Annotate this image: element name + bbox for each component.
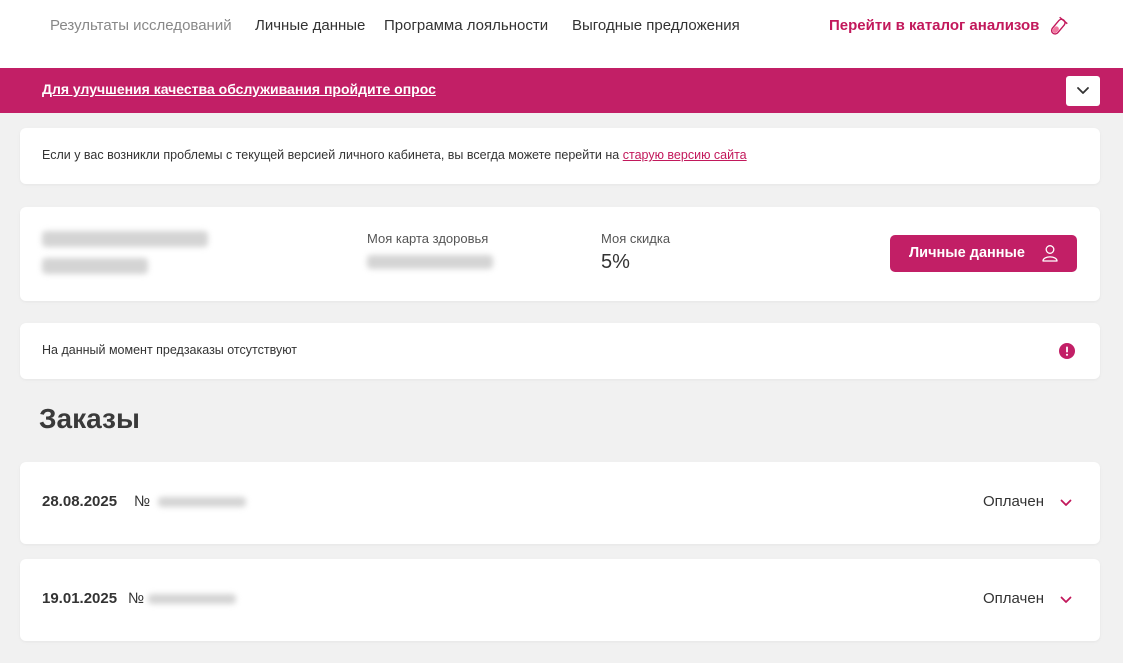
nav-item-research-results[interactable]: Результаты исследований bbox=[50, 17, 232, 34]
alert-icon[interactable] bbox=[1059, 343, 1075, 359]
survey-link[interactable]: Для улучшения качества обслуживания прой… bbox=[42, 81, 436, 97]
discount-value: 5% bbox=[601, 251, 630, 273]
orders-title: Заказы bbox=[39, 403, 140, 434]
order-number-redacted bbox=[158, 497, 246, 507]
notice-text: Если у вас возникли проблемы с текущей в… bbox=[42, 148, 747, 162]
order-date: 28.08.2025 bbox=[42, 493, 118, 510]
user-name-redacted bbox=[42, 231, 208, 247]
personal-data-button-label: Личные данные bbox=[909, 245, 1025, 261]
profile-card: Моя карта здоровья Моя скидка 5% Личные … bbox=[20, 207, 1100, 301]
order-date: 19.01.2025 bbox=[42, 590, 118, 607]
chevron-down-icon[interactable] bbox=[1060, 498, 1072, 508]
catalog-link[interactable]: Перейти в каталог анализов bbox=[829, 17, 1039, 34]
survey-banner: Для улучшения качества обслуживания прой… bbox=[0, 68, 1123, 113]
discount-label: Моя скидка bbox=[601, 231, 671, 246]
user-surname-redacted bbox=[42, 258, 148, 274]
old-version-notice: Если у вас возникли проблемы с текущей в… bbox=[20, 128, 1100, 184]
banner-toggle-button[interactable] bbox=[1066, 76, 1100, 106]
test-tube-icon[interactable] bbox=[1047, 16, 1069, 38]
health-card-label: Моя карта здоровья bbox=[367, 231, 489, 246]
order-number-label: № bbox=[134, 493, 151, 510]
notice-message: Если у вас возникли проблемы с текущей в… bbox=[42, 148, 620, 162]
preorders-card: На данный момент предзаказы отсутствуют bbox=[20, 323, 1100, 379]
chevron-down-icon bbox=[1077, 87, 1089, 94]
health-card-number-redacted bbox=[367, 255, 493, 269]
personal-data-button[interactable]: Личные данные bbox=[890, 235, 1077, 272]
chevron-down-icon[interactable] bbox=[1060, 595, 1072, 605]
nav-item-personal-data[interactable]: Личные данные bbox=[255, 17, 365, 34]
old-version-link[interactable]: старую версию сайта bbox=[623, 148, 747, 162]
order-status: Оплачен bbox=[983, 590, 1044, 607]
nav-item-loyalty-program[interactable]: Программа лояльности bbox=[384, 17, 548, 34]
order-number-label: № bbox=[128, 590, 145, 607]
order-number-redacted bbox=[148, 594, 236, 604]
user-icon bbox=[1042, 245, 1058, 262]
order-row[interactable]: 19.01.2025 № Оплачен bbox=[20, 559, 1100, 641]
order-status: Оплачен bbox=[983, 493, 1044, 510]
preorders-message: На данный момент предзаказы отсутствуют bbox=[42, 343, 298, 357]
nav-item-offers[interactable]: Выгодные предложения bbox=[572, 17, 740, 34]
order-row[interactable]: 28.08.2025 № Оплачен bbox=[20, 462, 1100, 544]
top-navigation: Результаты исследований Личные данные Пр… bbox=[0, 0, 1123, 68]
